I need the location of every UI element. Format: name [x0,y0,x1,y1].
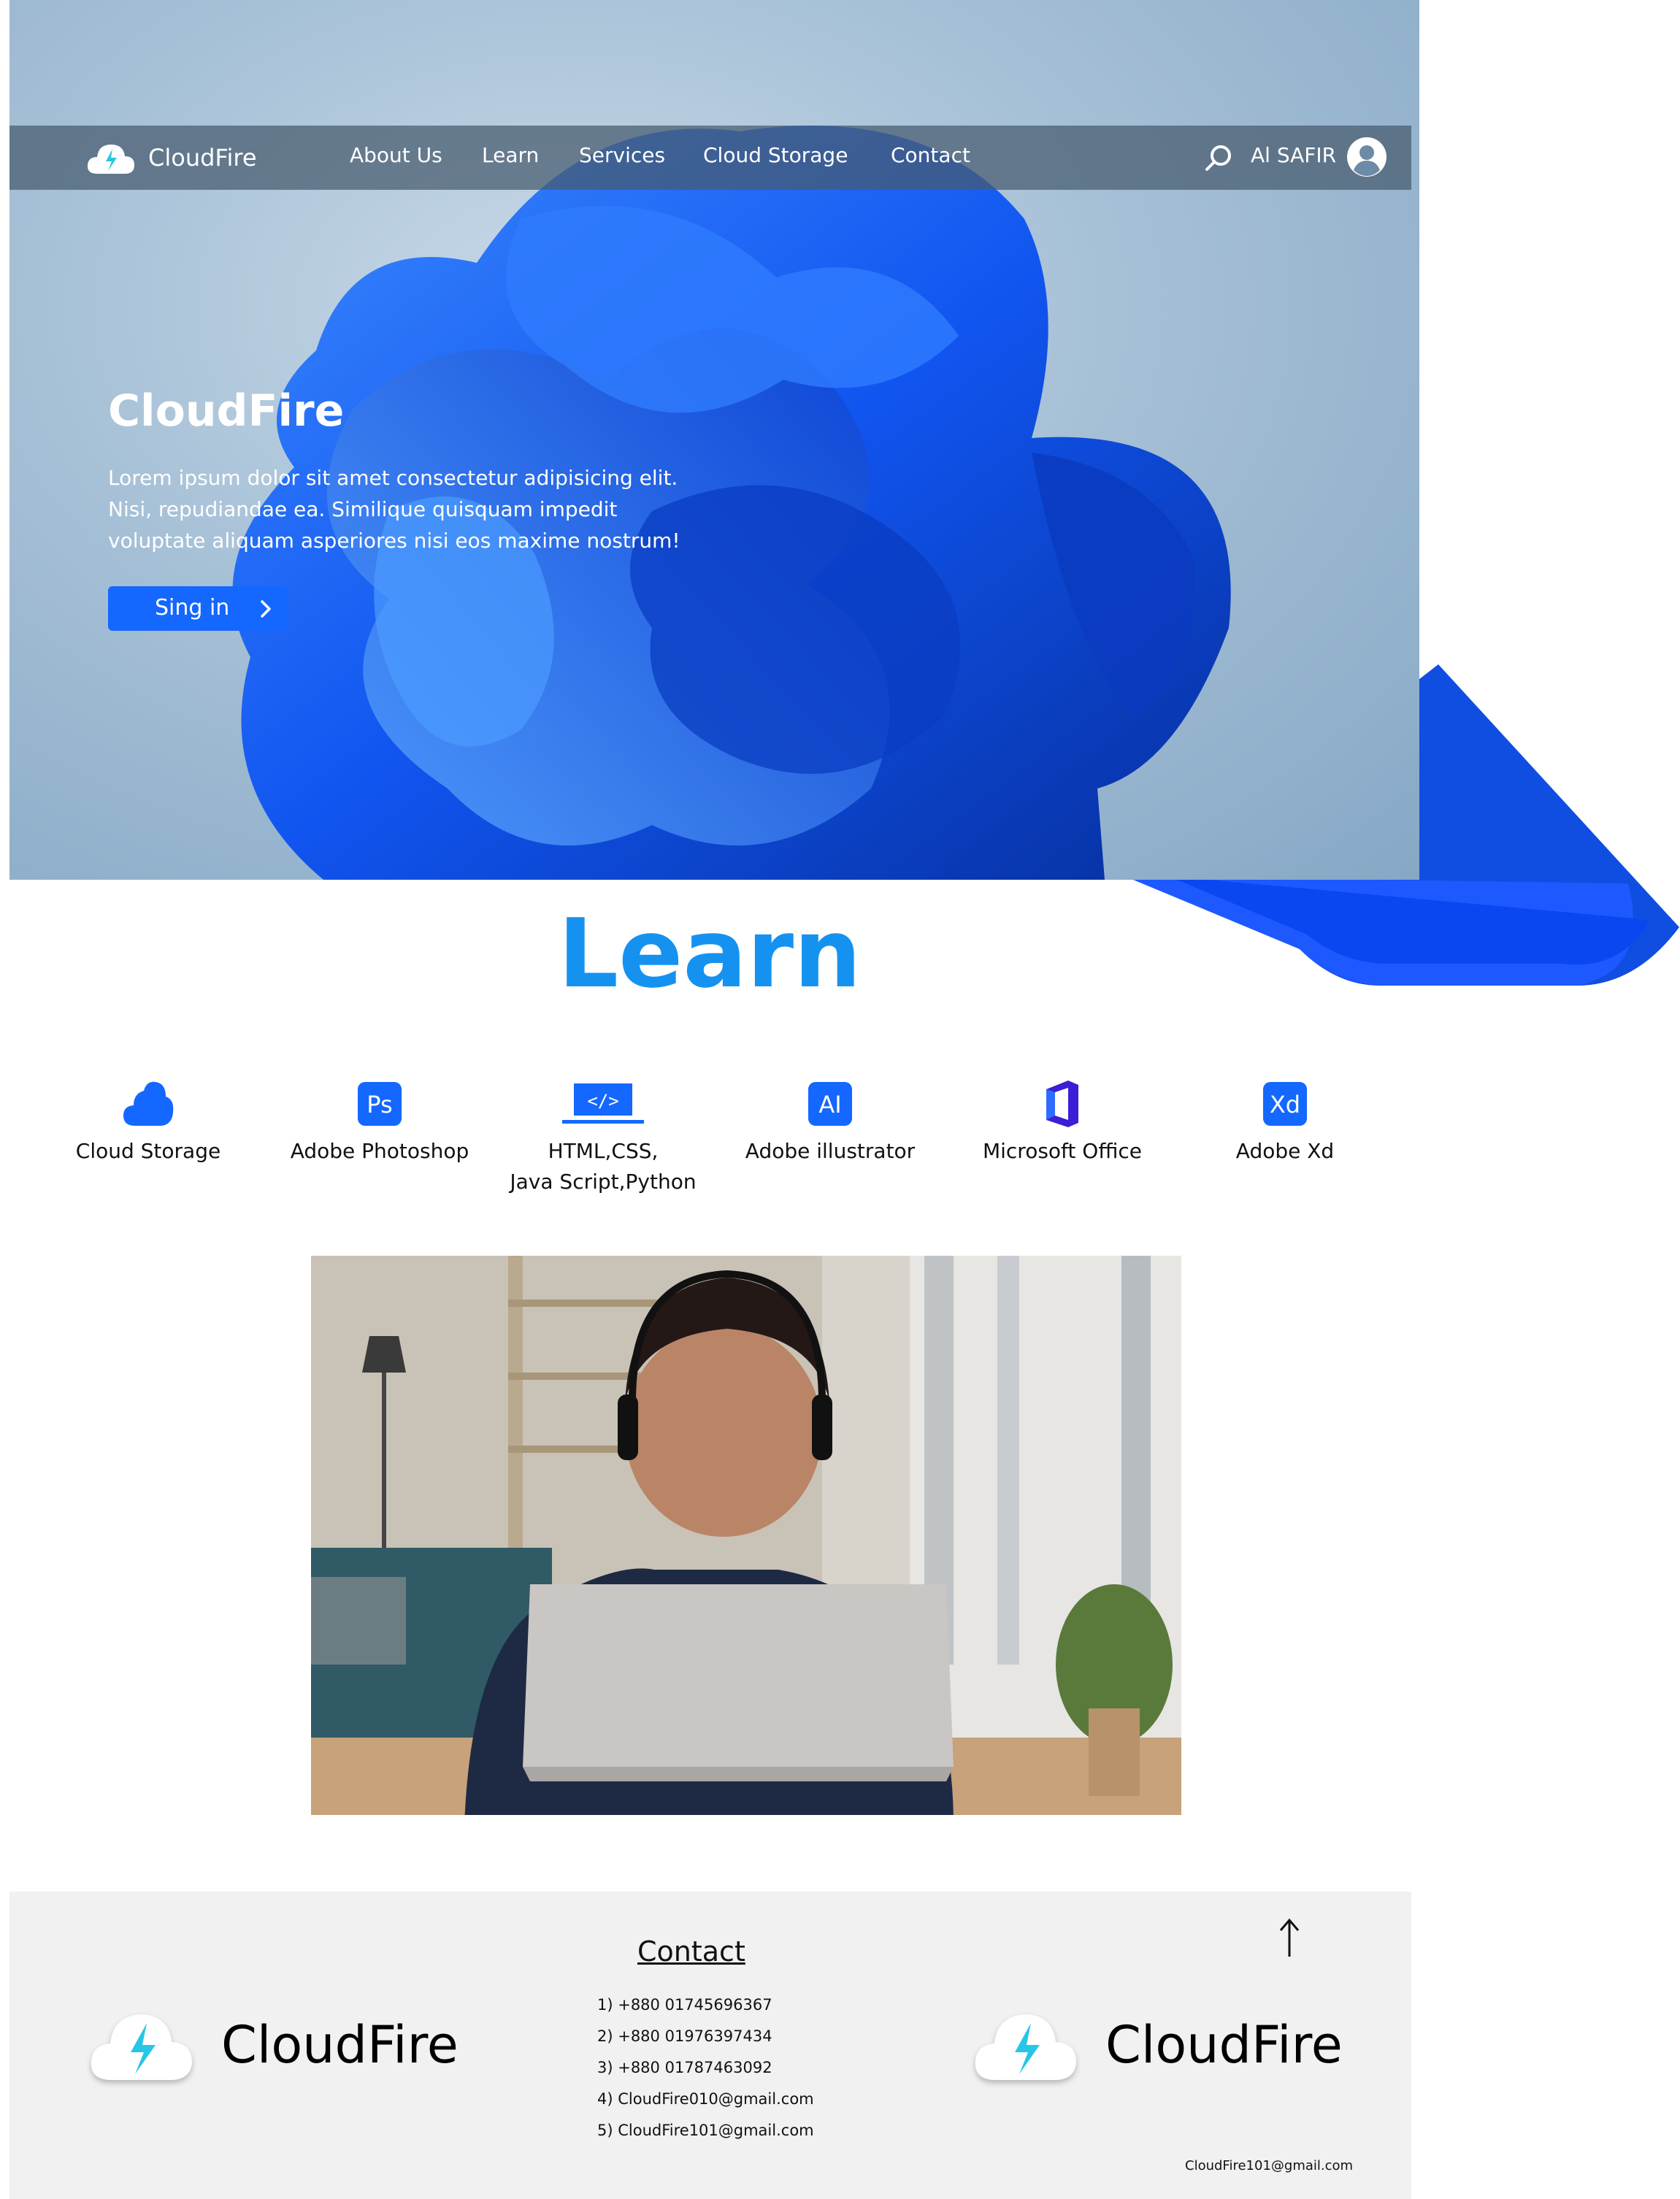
nav-link-services[interactable]: Services [579,143,665,167]
contact-email-1[interactable]: 4) CloudFire010@gmail.com [597,2090,814,2108]
photoshop-badge: Ps [367,1091,392,1118]
learn-title: Learn [558,898,862,1009]
user-avatar-icon[interactable] [1346,136,1388,178]
skill-label: Adobe illustrator [745,1139,916,1163]
hero-text-line-3: voluptate aliquam asperiores nisi eos ma… [108,529,680,553]
skill-adobe-photoshop[interactable]: Ps Adobe Photoshop [270,1078,489,1167]
skill-label: Microsoft Office [982,1139,1143,1163]
hero-section: CloudFire About Us Learn Services Cloud … [9,0,1419,880]
nav-link-contact[interactable]: Contact [891,143,970,167]
skill-adobe-illustrator[interactable]: AI Adobe illustrator [721,1078,940,1167]
contact-email-2[interactable]: 5) CloudFire101@gmail.com [597,2122,814,2139]
hero-text-line-1: Lorem ipsum dolor sit amet consectetur a… [108,466,678,490]
skill-cloud-storage[interactable]: Cloud Storage [39,1078,258,1167]
skill-label: Adobe Xd [1235,1139,1335,1163]
office-icon [1046,1081,1078,1127]
skill-adobe-xd[interactable]: Xd Adobe Xd [1175,1078,1395,1167]
footer-email[interactable]: CloudFire101@gmail.com [1185,2158,1353,2173]
arrow-up-icon[interactable] [1276,1917,1303,1958]
skill-label: Cloud Storage [75,1139,221,1163]
illustrator-badge: AI [818,1091,841,1118]
cloud-bolt-icon [91,2014,192,2080]
search-icon[interactable] [1203,142,1235,174]
footer-brand-left[interactable]: CloudFire [87,2001,459,2089]
brand-logo[interactable]: CloudFire [85,134,257,181]
skill-microsoft-office[interactable]: Microsoft Office [953,1078,1172,1167]
chevron-right-icon [261,600,271,618]
footer-brand-right[interactable]: CloudFire [971,2001,1343,2089]
skill-label-2: Java Script,Python [510,1170,697,1194]
hero-title: CloudFire [108,385,345,437]
sign-in-button[interactable]: Sing in [108,586,287,631]
footer-brand-name-right: CloudFire [1105,2015,1343,2075]
contact-phone-3[interactable]: 3) +880 01787463092 [597,2059,772,2076]
nav-link-learn[interactable]: Learn [482,143,539,167]
user-name[interactable]: Al SAFIR [1251,143,1336,167]
hero-text-line-2: Nisi, repudiandae ea. Similique quisquam… [108,497,618,521]
footer: CloudFire Contact 1) +880 01745696367 2)… [9,1892,1411,2199]
footer-brand-name-left: CloudFire [221,2015,459,2075]
contact-phone-2[interactable]: 2) +880 01976397434 [597,2027,772,2045]
cloud-icon [123,1081,174,1126]
skill-label: HTML,CSS, [548,1139,659,1163]
sign-in-label: Sing in [155,595,230,621]
cloud-bolt-icon [975,2014,1076,2080]
brand-name: CloudFire [148,144,257,172]
nav-link-about-us[interactable]: About Us [350,143,442,167]
contact-phone-1[interactable]: 1) +880 01745696367 [597,1996,772,2014]
skill-html-css-js-python[interactable]: </> HTML,CSS, Java Script,Python [494,1078,713,1197]
cloud-bolt-icon [87,145,134,174]
photoshop-icon: Ps [358,1082,402,1126]
skill-label: Adobe Photoshop [290,1139,469,1163]
code-badge: </> [587,1091,618,1111]
xd-badge: Xd [1270,1091,1300,1118]
contact-heading: Contact [637,1935,745,1968]
code-icon: </> [562,1083,644,1124]
top-navbar: CloudFire About Us Learn Services Cloud … [9,126,1411,190]
illustrator-icon: AI [808,1082,852,1126]
nav-link-cloud-storage[interactable]: Cloud Storage [703,143,848,167]
xd-icon: Xd [1263,1082,1307,1126]
learning-photo [311,1256,1181,1815]
